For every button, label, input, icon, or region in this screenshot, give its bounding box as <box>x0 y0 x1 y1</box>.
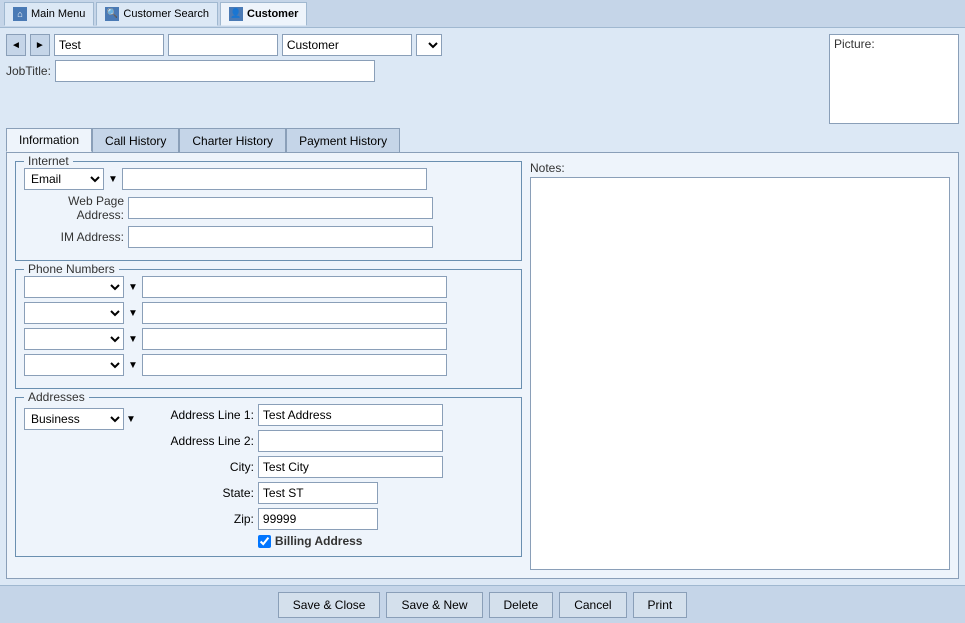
phone-row-2: ▼ <box>24 302 513 324</box>
addr-line1-label: Address Line 1: <box>144 408 254 422</box>
notes-textarea[interactable] <box>530 177 950 570</box>
customer-type-input[interactable] <box>282 34 412 56</box>
main-menu-icon: ⌂ <box>13 7 27 21</box>
customer-type-select[interactable] <box>416 34 442 56</box>
email-input[interactable] <box>122 168 427 190</box>
notes-label: Notes: <box>530 161 950 175</box>
tabs-container: Information Call History Charter History… <box>6 128 959 579</box>
top-section: ◄ ► JobTitle: Picture: <box>6 34 959 124</box>
last-name-input[interactable] <box>168 34 278 56</box>
phone-input-3[interactable] <box>142 328 447 350</box>
address-type-select[interactable]: Business <box>24 408 124 430</box>
phone-input-1[interactable] <box>142 276 447 298</box>
addresses-section: Addresses Business ▼ Address Line 1: <box>15 397 522 557</box>
phone-input-4[interactable] <box>142 354 447 376</box>
addr-city-row: City: <box>144 456 443 478</box>
first-name-input[interactable] <box>54 34 164 56</box>
customer-search-label: Customer Search <box>123 8 209 20</box>
address-content: Business ▼ Address Line 1: Address Line … <box>24 404 513 548</box>
addr-line2-input[interactable] <box>258 430 443 452</box>
internet-title: Internet <box>24 154 73 168</box>
jobtitle-label: JobTitle: <box>6 64 51 78</box>
phone-dd-icon-3: ▼ <box>128 334 138 345</box>
email-type-select[interactable]: Email <box>24 168 104 190</box>
customer-search-icon: 🔍 <box>105 7 119 21</box>
cancel-button[interactable]: Cancel <box>559 592 626 618</box>
left-panel: Internet Email ▼ Web Page Address: IM Ad… <box>15 161 522 570</box>
web-page-input[interactable] <box>128 197 433 219</box>
email-row: Email ▼ <box>24 168 513 190</box>
web-page-row: Web Page Address: <box>24 194 513 222</box>
phone-row-4: ▼ <box>24 354 513 376</box>
save-new-button[interactable]: Save & New <box>386 592 482 618</box>
tab-payment-history[interactable]: Payment History <box>286 128 400 152</box>
prev-button[interactable]: ◄ <box>6 34 26 56</box>
addr-zip-input[interactable] <box>258 508 378 530</box>
billing-checkbox-row: Billing Address <box>258 534 363 548</box>
phone-input-2[interactable] <box>142 302 447 324</box>
print-button[interactable]: Print <box>633 592 688 618</box>
bottom-bar: Save & Close Save & New Delete Cancel Pr… <box>0 585 965 623</box>
addr-zip-label: Zip: <box>144 512 254 526</box>
phone-row-1: ▼ <box>24 276 513 298</box>
jobtitle-row: JobTitle: <box>6 60 823 82</box>
billing-checkbox[interactable] <box>258 535 271 548</box>
phone-row-3: ▼ <box>24 328 513 350</box>
next-button[interactable]: ► <box>30 34 50 56</box>
web-page-label: Web Page Address: <box>24 194 124 222</box>
tabs-header: Information Call History Charter History… <box>6 128 959 152</box>
addr-billing-row: Billing Address <box>144 534 443 548</box>
customer-label: Customer <box>247 8 298 20</box>
tab-information[interactable]: Information <box>6 128 92 152</box>
addr-line1-row: Address Line 1: <box>144 404 443 426</box>
phone-dd-icon-1: ▼ <box>128 282 138 293</box>
save-close-button[interactable]: Save & Close <box>278 592 381 618</box>
right-panel: Notes: <box>530 161 950 570</box>
phone-dd-icon-4: ▼ <box>128 360 138 371</box>
im-row: IM Address: <box>24 226 513 248</box>
main-content: ◄ ► JobTitle: Picture: Information Call … <box>0 28 965 585</box>
phone-type-4[interactable] <box>24 354 124 376</box>
email-dropdown-icon[interactable]: ▼ <box>108 174 118 185</box>
phone-numbers-section: Phone Numbers ▼ ▼ ▼ <box>15 269 522 389</box>
tab-call-history[interactable]: Call History <box>92 128 179 152</box>
title-bar: ⌂ Main Menu 🔍 Customer Search 👤 Customer <box>0 0 965 28</box>
name-row: ◄ ► <box>6 34 823 56</box>
phone-type-2[interactable] <box>24 302 124 324</box>
customer-icon: 👤 <box>229 7 243 21</box>
addr-state-row: State: <box>144 482 443 504</box>
addr-state-input[interactable] <box>258 482 378 504</box>
addr-type-dd-icon: ▼ <box>126 414 136 425</box>
addr-city-label: City: <box>144 460 254 474</box>
picture-area <box>830 53 958 123</box>
addresses-title: Addresses <box>24 390 89 404</box>
addr-line2-label: Address Line 2: <box>144 434 254 448</box>
tab-charter-history[interactable]: Charter History <box>179 128 286 152</box>
jobtitle-input[interactable] <box>55 60 375 82</box>
im-input[interactable] <box>128 226 433 248</box>
im-label: IM Address: <box>24 230 124 244</box>
addr-city-input[interactable] <box>258 456 443 478</box>
billing-label: Billing Address <box>275 534 363 548</box>
phone-type-3[interactable] <box>24 328 124 350</box>
addr-form: Address Line 1: Address Line 2: City: <box>144 404 443 548</box>
internet-section: Internet Email ▼ Web Page Address: IM Ad… <box>15 161 522 261</box>
main-menu-label: Main Menu <box>31 8 85 20</box>
picture-label: Picture: <box>830 35 958 53</box>
tab-customer-search[interactable]: 🔍 Customer Search <box>96 2 218 26</box>
tab-main-menu[interactable]: ⌂ Main Menu <box>4 2 94 26</box>
addr-state-label: State: <box>144 486 254 500</box>
phone-type-1[interactable] <box>24 276 124 298</box>
top-fields: ◄ ► JobTitle: <box>6 34 823 82</box>
delete-button[interactable]: Delete <box>489 592 554 618</box>
addr-line2-row: Address Line 2: <box>144 430 443 452</box>
addr-zip-row: Zip: <box>144 508 443 530</box>
tab-customer[interactable]: 👤 Customer <box>220 2 307 26</box>
phone-dd-icon-2: ▼ <box>128 308 138 319</box>
addr-line1-input[interactable] <box>258 404 443 426</box>
tab-content-information: Internet Email ▼ Web Page Address: IM Ad… <box>6 152 959 579</box>
picture-box: Picture: <box>829 34 959 124</box>
phone-numbers-title: Phone Numbers <box>24 262 119 276</box>
